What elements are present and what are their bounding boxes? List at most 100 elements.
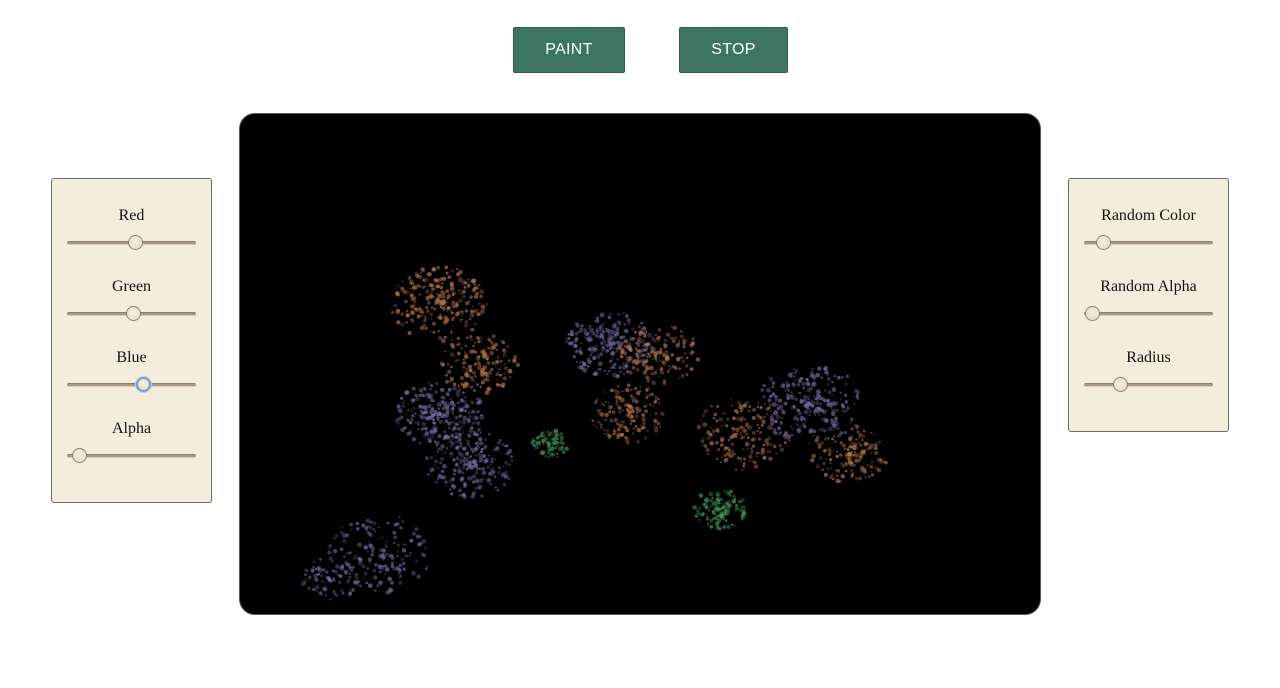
paint-dot xyxy=(870,473,874,477)
paint-dot xyxy=(760,388,765,392)
paint-dot xyxy=(783,430,789,436)
paint-dot xyxy=(444,304,447,307)
paint-dot xyxy=(666,370,670,373)
random-color-slider[interactable] xyxy=(1084,235,1213,250)
paint-dot xyxy=(419,325,425,331)
paint-dot xyxy=(450,380,453,383)
paint-dot xyxy=(443,335,447,339)
paint-dot xyxy=(673,336,677,340)
paint-dot xyxy=(725,489,729,494)
paint-dot xyxy=(418,393,422,398)
paint-dot xyxy=(628,370,633,375)
paint-dot xyxy=(556,455,559,458)
paint-dot xyxy=(464,319,469,324)
paint-dot xyxy=(724,512,727,515)
alpha-slider-thumb[interactable] xyxy=(71,448,87,463)
paint-dot xyxy=(668,368,671,371)
paint-dot xyxy=(348,576,351,579)
paint-dot xyxy=(456,401,460,405)
paint-dot xyxy=(500,382,506,388)
green-slider[interactable] xyxy=(67,306,196,321)
paint-dot xyxy=(607,335,612,341)
paint-dot xyxy=(463,323,469,328)
random-color-slider-thumb[interactable] xyxy=(1096,235,1112,250)
green-slider-thumb[interactable] xyxy=(125,306,141,321)
paint-dot xyxy=(443,430,447,434)
paint-dot xyxy=(513,359,516,362)
paint-dot xyxy=(654,412,658,416)
paint-dot xyxy=(366,567,370,570)
blue-slider[interactable] xyxy=(67,377,196,392)
paint-dot xyxy=(435,443,439,447)
paint-dot xyxy=(855,446,859,450)
paint-dot xyxy=(721,506,724,510)
paint-dot xyxy=(475,410,479,415)
paint-dot xyxy=(354,554,358,558)
paint-dot xyxy=(830,393,834,396)
paint-dot xyxy=(481,374,485,377)
paint-dot xyxy=(439,404,442,407)
stop-button[interactable]: STOP xyxy=(679,27,788,73)
paint-dot xyxy=(428,415,432,419)
paint-dot xyxy=(479,370,485,375)
paint-dot xyxy=(559,432,563,436)
paint-dot xyxy=(588,356,591,359)
paint-dot xyxy=(416,574,421,579)
paint-dot xyxy=(795,369,798,372)
paint-dot xyxy=(346,562,351,567)
paint-dot xyxy=(468,300,471,303)
paint-dot xyxy=(356,577,359,580)
paint-dot xyxy=(378,556,382,559)
paint-dot xyxy=(495,445,500,451)
paint-dot xyxy=(449,488,452,491)
paint-dot xyxy=(455,304,459,308)
radius-slider-thumb[interactable] xyxy=(1113,377,1129,392)
paint-dot xyxy=(634,330,637,334)
red-slider-thumb[interactable] xyxy=(128,235,144,250)
random-alpha-slider[interactable] xyxy=(1084,306,1213,321)
paint-dot xyxy=(603,428,607,432)
alpha-slider[interactable] xyxy=(67,448,196,463)
paint-dot xyxy=(725,446,729,450)
paint-dot xyxy=(715,440,719,445)
paint-dot xyxy=(550,437,554,441)
paint-dot xyxy=(466,336,469,340)
red-control: Red xyxy=(52,207,211,267)
paint-dot xyxy=(824,458,827,461)
paint-dot xyxy=(335,593,339,598)
paint-dot xyxy=(500,359,503,363)
paint-dot xyxy=(334,533,339,538)
paint-dot xyxy=(851,441,854,444)
paint-button[interactable]: PAINT xyxy=(513,27,625,73)
paint-dot xyxy=(469,313,474,318)
paint-dot xyxy=(630,394,633,398)
paint-dot xyxy=(709,426,713,429)
paint-dot xyxy=(386,552,391,557)
paint-dot xyxy=(681,359,685,363)
paint-dot xyxy=(385,546,388,549)
paint-dot xyxy=(854,388,858,393)
paint-dot xyxy=(657,398,660,401)
paint-dot xyxy=(392,530,397,535)
random-alpha-slider-thumb[interactable] xyxy=(1084,306,1100,321)
paint-dot xyxy=(378,580,383,586)
red-slider[interactable] xyxy=(67,235,196,250)
paint-dot xyxy=(452,291,456,296)
radius-slider[interactable] xyxy=(1084,377,1213,392)
paint-dot xyxy=(718,502,721,505)
paint-dot xyxy=(856,396,860,400)
paint-dot xyxy=(447,369,452,374)
paint-dot xyxy=(402,404,405,408)
paint-dot xyxy=(657,356,660,359)
paint-dot xyxy=(635,412,638,415)
blue-slider-thumb[interactable] xyxy=(136,377,152,392)
paint-dot xyxy=(487,386,492,391)
paint-dot xyxy=(388,588,394,593)
paint-dot xyxy=(672,325,677,331)
paint-dot xyxy=(440,476,443,479)
paint-dot xyxy=(863,449,867,453)
paint-dot xyxy=(609,346,612,350)
paint-dot xyxy=(629,419,633,423)
paint-dot xyxy=(416,314,421,319)
paint-canvas[interactable] xyxy=(239,113,1041,615)
